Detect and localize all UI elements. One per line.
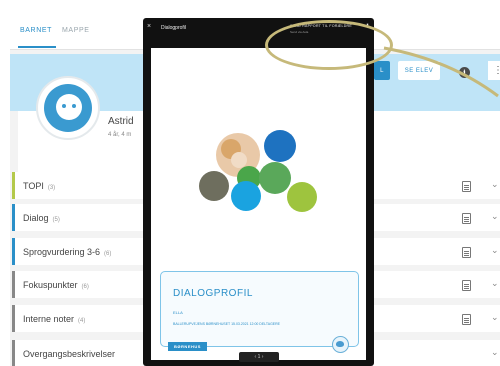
document-icon[interactable] [462, 247, 471, 258]
active-tab-indicator [18, 46, 56, 48]
chevron-down-icon[interactable]: ⌄ [491, 211, 499, 222]
dialog-profile-title: DIALOGPROFIL [173, 288, 253, 299]
list-item-count: (6) [81, 284, 89, 290]
blue-circle [264, 130, 296, 162]
brand-logo: BØRNEHUS [168, 342, 207, 351]
list-item-count: (3) [47, 185, 56, 191]
green-circle [259, 162, 291, 194]
avatar [36, 76, 100, 140]
chevron-down-icon[interactable]: ⌄ [491, 278, 499, 289]
document-icon[interactable] [462, 181, 471, 192]
child-age: 4 år, 4 m [108, 132, 132, 138]
document-icon[interactable] [462, 280, 471, 291]
chevron-down-icon[interactable]: ⌄ [491, 312, 499, 323]
document-icon[interactable] [462, 314, 471, 325]
annotation-pointer [383, 46, 499, 98]
tab-mappe[interactable]: MAPPE [62, 27, 90, 34]
list-item-title: Interne noter [23, 314, 75, 324]
dialog-profile-card: DIALOGPROFIL ELLA BALLERUPVEJENS BØRNEHU… [160, 271, 359, 347]
list-item-title: Overgangsbeskrivelser [23, 349, 116, 359]
list-item-count: (5) [52, 217, 60, 223]
list-item-title: TOPI [23, 181, 44, 191]
list-item-title: Dialog [23, 213, 49, 223]
list-item-count: (4) [78, 318, 86, 324]
report-meta: BALLERUPVEJENS BØRNEHUSET 15.03.2021 12:… [173, 322, 280, 326]
report-page: DIALOGPROFIL ELLA BALLERUPVEJENS BØRNEHU… [151, 48, 366, 360]
list-item-count: (6) [104, 251, 112, 257]
chevron-down-icon[interactable]: ⌄ [491, 347, 499, 358]
preview-title: Dialogprofil [161, 25, 187, 31]
close-icon[interactable]: × [147, 23, 151, 30]
child-report-name: ELLA [173, 310, 183, 315]
highlight-annotation [265, 20, 393, 70]
document-icon[interactable] [462, 213, 471, 224]
chevron-down-icon[interactable]: ⌄ [491, 179, 499, 190]
list-item-title: Sprogvurdering 3-6 [23, 247, 101, 257]
tab-barnet[interactable]: BARNET [20, 27, 52, 34]
tablet-preview: × Dialogprofil SEND RAPPORT TIL FORÆLDRE… [143, 18, 374, 366]
child-avatar-icon [44, 84, 92, 132]
cyan-circle [231, 181, 261, 211]
lime-circle [287, 182, 317, 212]
chevron-down-icon[interactable]: ⌄ [491, 245, 499, 256]
page-pager[interactable]: ‹ 1 › [239, 352, 279, 362]
child-name: Astrid [108, 116, 134, 127]
seal-logo-icon [332, 336, 349, 353]
list-item-title: Fokuspunkter [23, 280, 78, 290]
grey-circle [199, 171, 229, 201]
